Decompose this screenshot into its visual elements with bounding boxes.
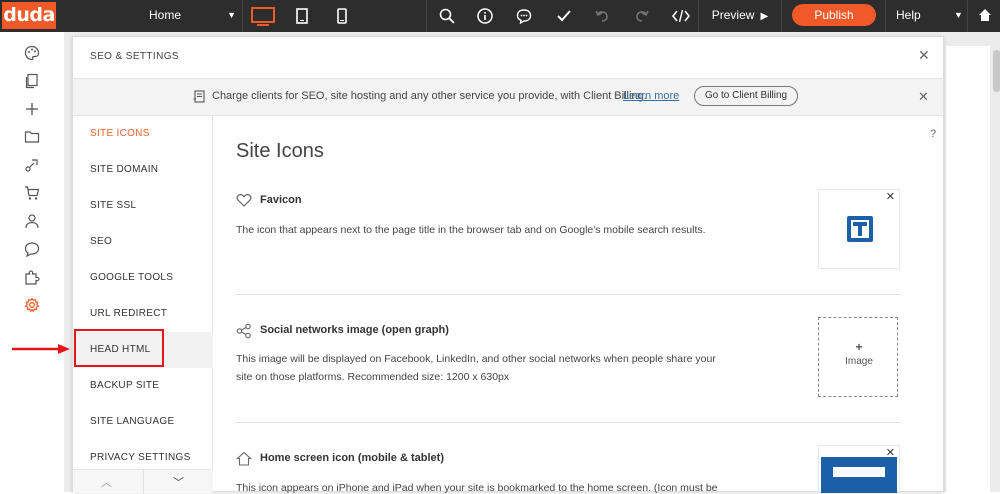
redo-icon xyxy=(636,10,649,22)
chevron-up-icon[interactable]: ︿ xyxy=(101,474,112,490)
undo-button[interactable] xyxy=(591,0,613,32)
info-button[interactable] xyxy=(474,0,496,32)
nav-item-backup-site[interactable]: BACKUP SITE xyxy=(73,368,213,404)
favicon-title: Favicon xyxy=(260,194,302,206)
help-label: Help xyxy=(896,8,921,22)
plus-icon: + xyxy=(855,340,863,354)
nav-scroll-arrows: ︿ ﹀ xyxy=(73,469,213,494)
mobile-view-button[interactable] xyxy=(330,0,354,32)
favicon-thumbnail[interactable]: ✕ xyxy=(818,189,900,269)
publish-button[interactable]: Publish xyxy=(792,4,876,26)
nav-item-site-domain[interactable]: SITE DOMAIN xyxy=(73,152,213,188)
info-icon xyxy=(477,8,493,24)
home-icon xyxy=(979,9,991,21)
home-icon xyxy=(236,451,252,466)
connect-icon[interactable] xyxy=(24,157,40,173)
help-icon[interactable]: ? xyxy=(930,128,936,140)
share-icon xyxy=(236,323,251,339)
client-billing-banner: Charge clients for SEO, site hosting and… xyxy=(73,78,943,116)
chevron-down-icon: ▼ xyxy=(227,10,236,20)
palette-icon[interactable] xyxy=(24,45,40,61)
site-preview-page xyxy=(946,46,990,492)
duda-logo[interactable]: duda xyxy=(2,2,56,29)
cart-icon[interactable] xyxy=(24,185,40,201)
puzzle-icon[interactable] xyxy=(24,269,40,285)
top-toolbar: duda Home ▼ Preview ▶ Publish Help ▼ xyxy=(0,0,1000,32)
chat-icon[interactable] xyxy=(24,241,40,257)
nav-item-google-tools[interactable]: GOOGLE TOOLS xyxy=(73,260,213,296)
comment-icon xyxy=(516,9,532,24)
code-button[interactable] xyxy=(670,0,692,32)
preview-label: Preview xyxy=(711,8,755,22)
nav-item-site-ssl[interactable]: SITE SSL xyxy=(73,188,213,224)
nav-item-site-language[interactable]: SITE LANGUAGE xyxy=(73,404,213,440)
user-icon[interactable] xyxy=(24,213,40,229)
preview-button[interactable]: Preview ▶ xyxy=(700,0,780,32)
checkmark-icon xyxy=(557,10,571,22)
billing-icon xyxy=(193,90,205,103)
code-icon xyxy=(672,9,690,23)
go-to-client-billing-button[interactable]: Go to Client Billing xyxy=(694,86,798,106)
redo-button[interactable] xyxy=(631,0,653,32)
folder-icon[interactable] xyxy=(24,129,40,145)
mobile-icon xyxy=(337,8,347,24)
home-screen-icon-title: Home screen icon (mobile & tablet) xyxy=(260,452,444,464)
comments-button[interactable] xyxy=(513,0,535,32)
chevron-down-icon: ▼ xyxy=(954,10,963,20)
canvas-scrollbar[interactable] xyxy=(993,50,1000,92)
play-icon: ▶ xyxy=(757,11,769,22)
annotation-highlight-box xyxy=(74,329,164,367)
pages-icon[interactable] xyxy=(24,73,40,89)
desktop-view-button[interactable] xyxy=(243,0,283,32)
annotation-arrow xyxy=(12,344,70,354)
remove-icon[interactable]: ✕ xyxy=(886,190,895,203)
home-button[interactable] xyxy=(978,8,992,27)
nav-item-site-icons[interactable]: SITE ICONS xyxy=(73,116,213,152)
upload-label: Image xyxy=(845,356,873,367)
add-icon[interactable] xyxy=(24,101,40,117)
nav-item-seo[interactable]: SEO xyxy=(73,224,213,260)
desktop-icon xyxy=(251,7,275,26)
chevron-down-icon[interactable]: ﹀ xyxy=(173,474,184,490)
close-icon[interactable]: ✕ xyxy=(918,89,929,105)
banner-text: Charge clients for SEO, site hosting and… xyxy=(212,90,647,102)
home-screen-icon-image xyxy=(821,457,897,493)
favicon-description: The icon that appears next to the page t… xyxy=(236,224,706,236)
settings-gear-icon[interactable] xyxy=(24,297,40,313)
home-screen-icon-description: This icon appears on iPhone and iPad whe… xyxy=(236,482,718,493)
left-icon-rail xyxy=(0,32,64,492)
check-button[interactable] xyxy=(553,0,575,32)
nav-item-url-redirect[interactable]: URL REDIRECT xyxy=(73,296,213,332)
page-selector[interactable]: Home ▼ xyxy=(138,0,242,32)
heart-icon xyxy=(236,194,252,207)
tablet-view-button[interactable] xyxy=(290,0,314,32)
page-selector-label: Home xyxy=(149,8,182,22)
settings-sidenav: SITE ICONS SITE DOMAIN SITE SSL SEO GOOG… xyxy=(73,116,213,494)
page-title: Site Icons xyxy=(236,140,324,162)
search-button[interactable] xyxy=(436,0,458,32)
learn-more-link[interactable]: Learn more xyxy=(623,90,679,102)
social-image-title: Social networks image (open graph) xyxy=(260,324,449,336)
help-menu[interactable]: Help ▼ xyxy=(896,0,966,32)
social-image-upload[interactable]: + Image xyxy=(818,317,898,397)
seo-settings-panel: SEO & SETTINGS ✕ Charge clients for SEO,… xyxy=(72,36,944,494)
search-icon xyxy=(439,8,455,24)
home-screen-icon-thumbnail[interactable]: ✕ xyxy=(818,445,900,493)
favicon-image xyxy=(847,216,873,242)
close-icon[interactable]: ✕ xyxy=(918,47,930,64)
social-image-description: This image will be displayed on Facebook… xyxy=(236,353,716,383)
panel-title: SEO & SETTINGS xyxy=(90,51,179,62)
undo-icon xyxy=(595,10,608,22)
tablet-icon xyxy=(296,8,308,24)
site-icons-content: ? Site Icons Favicon The icon that appea… xyxy=(214,116,943,493)
